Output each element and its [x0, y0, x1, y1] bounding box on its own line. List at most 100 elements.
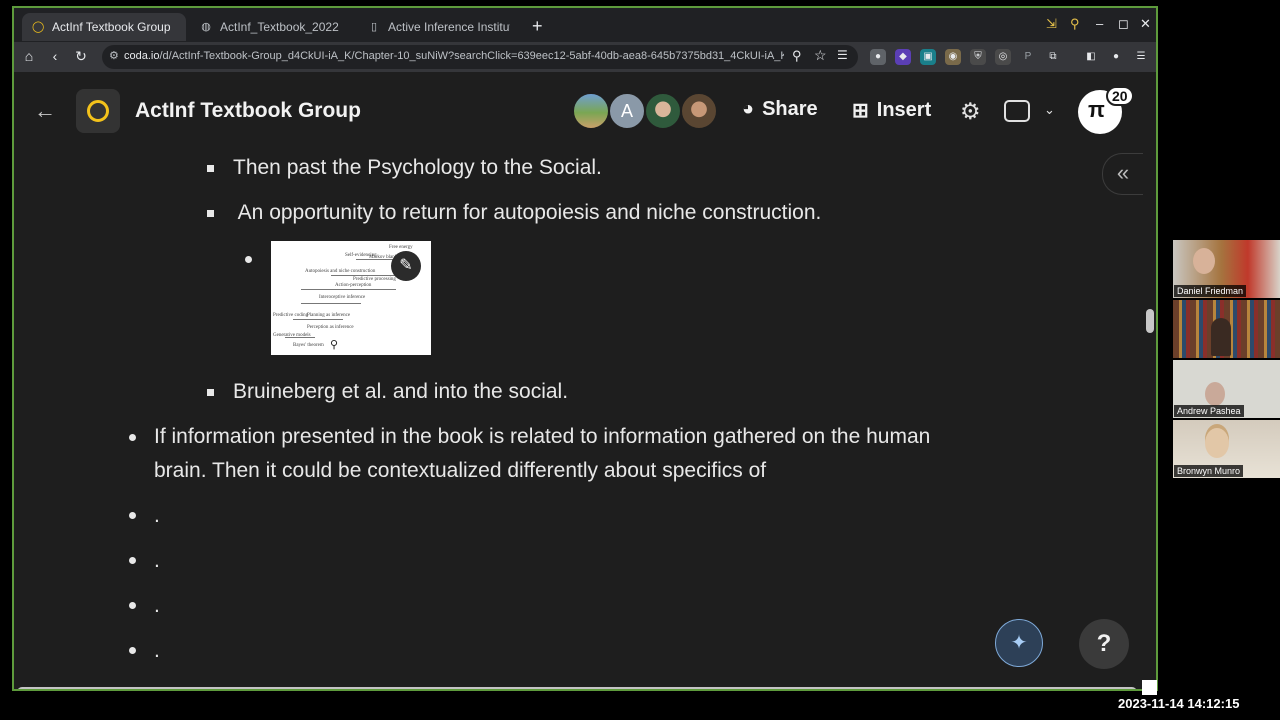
shield-icon[interactable]: ⛨ [970, 49, 986, 65]
avatar[interactable] [644, 92, 682, 130]
bullet-dot [245, 256, 252, 263]
reading-list-icon[interactable]: ☰ [837, 48, 848, 62]
participant-tile[interactable]: Andrew Pashea [1173, 360, 1280, 418]
doc-line[interactable]: . [154, 639, 160, 663]
doc-line[interactable]: . [154, 549, 160, 573]
doc-canvas: Then past the Psychology to the Social. … [14, 148, 1156, 689]
horizontal-scrollbar[interactable] [17, 687, 1137, 689]
address-bar[interactable]: ⚙ coda.io/d/ActInf-Textbook-Group_d4CkUI… [102, 45, 858, 69]
bookmark-star-icon[interactable]: ☆ [814, 47, 827, 64]
profile-icon[interactable]: ● [1108, 49, 1124, 65]
tab-title: ActInf_Textbook_2022 (1 [220, 20, 342, 34]
insert-button[interactable]: ⊞ Insert [852, 98, 931, 123]
participant-tile[interactable]: Daniel Friedman [1173, 240, 1280, 298]
figure-label: Planning as inference [307, 313, 351, 318]
bullet-dot [129, 512, 136, 519]
reload-icon[interactable]: ↻ [72, 48, 90, 65]
figure-line [301, 303, 361, 304]
extension-grey-icon[interactable]: ◎ [995, 49, 1011, 65]
avatar[interactable] [680, 92, 718, 130]
extension-p-icon[interactable]: P [1020, 49, 1036, 65]
figure-label: Predictive processing [353, 277, 396, 282]
figure-label: Autopoiesis and niche construction [305, 269, 376, 274]
puzzle-icon[interactable]: ⧉ [1045, 49, 1061, 65]
avatar-letter[interactable]: A [608, 92, 646, 130]
doc-line[interactable]: Then past the Psychology to the Social. [233, 156, 602, 180]
tab-bar: ◯ ActInf Textbook Group · C ◍ ActInf_Tex… [14, 8, 1156, 42]
doc-logo[interactable] [76, 89, 120, 133]
logo-glyph-icon: π [1088, 97, 1105, 122]
participant-face [1205, 382, 1225, 406]
participant-name: Daniel Friedman [1174, 285, 1247, 297]
participant-tile[interactable] [1173, 300, 1280, 358]
bullet-dot [129, 647, 136, 654]
share-globe-icon: ◕ [742, 98, 755, 120]
menu-icon[interactable]: ☰ [1133, 49, 1149, 65]
participant-tile[interactable]: Bronwyn Munro [1173, 420, 1280, 478]
edit-pencil-icon[interactable]: ✎ [391, 251, 421, 281]
scroll-corner [1142, 680, 1157, 695]
recording-timestamp: 2023-11-14 14:12:15 [1116, 696, 1242, 711]
help-button[interactable]: ? [1079, 619, 1129, 669]
insert-grid-icon: ⊞ [852, 100, 869, 122]
side-panel-icon[interactable]: ◧ [1083, 49, 1099, 65]
figure-label: Free energy [389, 245, 413, 250]
new-tab-button[interactable]: + [532, 17, 543, 35]
browser-window: ◯ ActInf Textbook Group · C ◍ ActInf_Tex… [12, 6, 1158, 691]
url-host: coda.io [124, 50, 160, 62]
vertical-scrollbar[interactable] [1146, 309, 1154, 333]
back-arrow-icon[interactable]: ← [34, 98, 56, 124]
minimize-icon[interactable]: – [1096, 16, 1103, 31]
doc-line[interactable]: brain. Then it could be contextualized d… [154, 459, 766, 483]
participant-name: Bronwyn Munro [1174, 465, 1244, 477]
bullet-dot [129, 602, 136, 609]
avatar[interactable] [572, 92, 610, 130]
close-icon[interactable]: ✕ [1140, 16, 1151, 32]
doc-line[interactable]: An opportunity to return for autopoiesis… [233, 201, 822, 225]
doc-line[interactable]: . [154, 504, 160, 528]
ai-assist-button[interactable]: ✦ [995, 619, 1043, 667]
url-text[interactable]: coda.io/d/ActInf-Textbook-Group_d4CkUI-i… [124, 50, 784, 62]
figure-line [331, 275, 401, 276]
bullet-square [207, 210, 214, 217]
zoom-icon[interactable]: ⚲ [792, 48, 802, 64]
participant-face [1193, 248, 1215, 274]
tab-actinf-textbook-2022[interactable]: ◍ ActInf_Textbook_2022 (1 [190, 13, 354, 41]
doc-line[interactable]: Bruineberg et al. and into the social. [233, 380, 568, 404]
double-chevron-left-icon: « [1116, 160, 1130, 185]
collapse-panel-button[interactable]: « [1102, 153, 1143, 195]
tab-actinf-textbook-group[interactable]: ◯ ActInf Textbook Group · C [22, 13, 186, 41]
page-icon: ▯ [370, 21, 378, 33]
search-tabs-icon[interactable]: ⚲ [1070, 16, 1080, 32]
site-info-icon[interactable]: ⚙ [109, 49, 119, 62]
back-icon[interactable]: ‹ [46, 48, 64, 64]
extension-purple-icon[interactable]: ◆ [895, 49, 911, 65]
coda-ring-icon [87, 100, 109, 122]
extension-cookie-icon[interactable]: ◉ [945, 49, 961, 65]
tab-active-inference-institute[interactable]: ▯ Active Inference Institute [358, 13, 522, 41]
figure-line [293, 319, 343, 320]
figure-label: Perception as inference [307, 325, 354, 330]
home-icon[interactable]: ⌂ [20, 48, 38, 64]
notification-badge[interactable]: 20 [1106, 86, 1134, 106]
extension-icon[interactable]: ⇲ [1046, 16, 1057, 32]
share-label: Share [762, 98, 818, 120]
doc-line[interactable]: . [154, 594, 160, 618]
chevron-down-icon[interactable]: ⌄ [1044, 102, 1055, 118]
magnify-icon[interactable]: ⚲ [330, 338, 338, 351]
maximize-icon[interactable]: ◻ [1118, 16, 1129, 32]
comments-icon[interactable] [1004, 100, 1030, 122]
doc-line[interactable]: If information presented in the book is … [154, 425, 930, 449]
extension-round-icon[interactable]: ● [870, 49, 886, 65]
figure-label: Bayes' theorem [293, 343, 324, 348]
participant-face [1211, 318, 1231, 356]
gear-icon[interactable]: ⚙ [960, 98, 981, 125]
doc-title[interactable]: ActInf Textbook Group [135, 99, 361, 123]
share-button[interactable]: ◕ Share [742, 98, 818, 121]
browser-toolbar: ⌂ ‹ ↻ ⚙ coda.io/d/ActInf-Textbook-Group_… [14, 42, 1156, 72]
figure-label: Action-perception [335, 283, 372, 288]
app-header: ← ActInf Textbook Group A ◕ Share ⊞ Insert… [14, 72, 1156, 148]
extension-teal-icon[interactable]: ▣ [920, 49, 936, 65]
insert-label: Insert [876, 99, 932, 121]
figure-label: Generative models [273, 333, 311, 338]
